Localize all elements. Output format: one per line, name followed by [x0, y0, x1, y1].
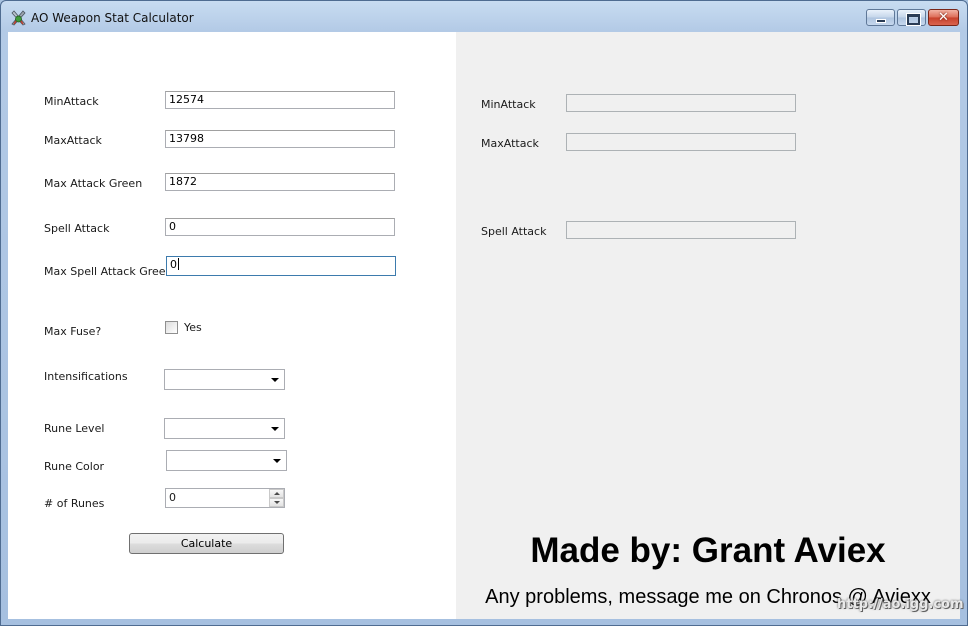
result-max-attack-output[interactable]: [566, 133, 796, 151]
result-spell-attack-output[interactable]: [566, 221, 796, 239]
max-attack-input[interactable]: 13798: [165, 130, 395, 148]
calculate-button[interactable]: Calculate: [129, 533, 284, 554]
max-attack-green-label: Max Attack Green: [44, 177, 143, 190]
caption-buttons: ✕: [864, 9, 959, 27]
max-spell-attack-green-input[interactable]: 0: [166, 256, 396, 276]
max-fuse-checkbox[interactable]: [165, 321, 178, 334]
client-area: MinAttack 12574 MaxAttack 13798 Max Atta…: [8, 32, 960, 619]
max-spell-attack-green-value: 0: [170, 258, 177, 271]
window-title: AO Weapon Stat Calculator: [31, 11, 194, 25]
rune-color-label: Rune Color: [44, 460, 105, 473]
chevron-down-icon: [271, 378, 279, 382]
result-spell-attack-label: Spell Attack: [481, 225, 547, 238]
input-panel: MinAttack 12574 MaxAttack 13798 Max Atta…: [8, 32, 456, 619]
num-runes-value: 0: [169, 491, 176, 504]
made-by-credit: Made by: Grant Aviex: [530, 531, 886, 570]
title-bar[interactable]: AO Weapon Stat Calculator ✕: [1, 1, 967, 33]
max-fuse-label: Max Fuse?: [44, 325, 102, 338]
spell-attack-label: Spell Attack: [44, 222, 110, 235]
num-runes-stepper[interactable]: 0: [165, 488, 285, 508]
min-attack-label: MinAttack: [44, 95, 99, 108]
num-runes-label: # of Runes: [44, 497, 105, 510]
max-attack-green-input[interactable]: 1872: [165, 173, 395, 191]
chevron-down-icon: [271, 427, 279, 431]
rune-level-select[interactable]: [164, 418, 285, 439]
result-max-attack-label: MaxAttack: [481, 137, 539, 150]
site-watermark: http://ao.igg.com: [837, 597, 964, 612]
stepper-up-icon[interactable]: [269, 489, 284, 498]
max-spell-attack-green-label: Max Spell Attack Green: [44, 265, 173, 278]
intensifications-label: Intensifications: [44, 370, 128, 383]
text-caret: [178, 258, 179, 270]
rune-level-label: Rune Level: [44, 422, 105, 435]
min-attack-input[interactable]: 12574: [165, 91, 395, 109]
result-min-attack-output[interactable]: [566, 94, 796, 112]
stepper-down-icon[interactable]: [269, 498, 284, 507]
result-min-attack-label: MinAttack: [481, 98, 536, 111]
minimize-icon: [877, 20, 885, 22]
app-sword-icon: [11, 10, 26, 26]
app-window: AO Weapon Stat Calculator ✕ MinAttack 12…: [0, 0, 968, 626]
close-button[interactable]: ✕: [928, 9, 959, 26]
intensifications-select[interactable]: [164, 369, 285, 390]
results-panel: MinAttack MaxAttack Spell Attack Made by…: [456, 32, 960, 619]
maximize-button[interactable]: [897, 9, 926, 26]
max-fuse-checkbox-label[interactable]: Yes: [184, 321, 202, 334]
spell-attack-input[interactable]: 0: [165, 218, 395, 236]
max-attack-label: MaxAttack: [44, 134, 102, 147]
maximize-icon: [907, 14, 920, 25]
close-icon: ✕: [938, 10, 949, 25]
rune-color-select[interactable]: [166, 450, 287, 471]
chevron-down-icon: [273, 459, 281, 463]
minimize-button[interactable]: [866, 9, 895, 26]
